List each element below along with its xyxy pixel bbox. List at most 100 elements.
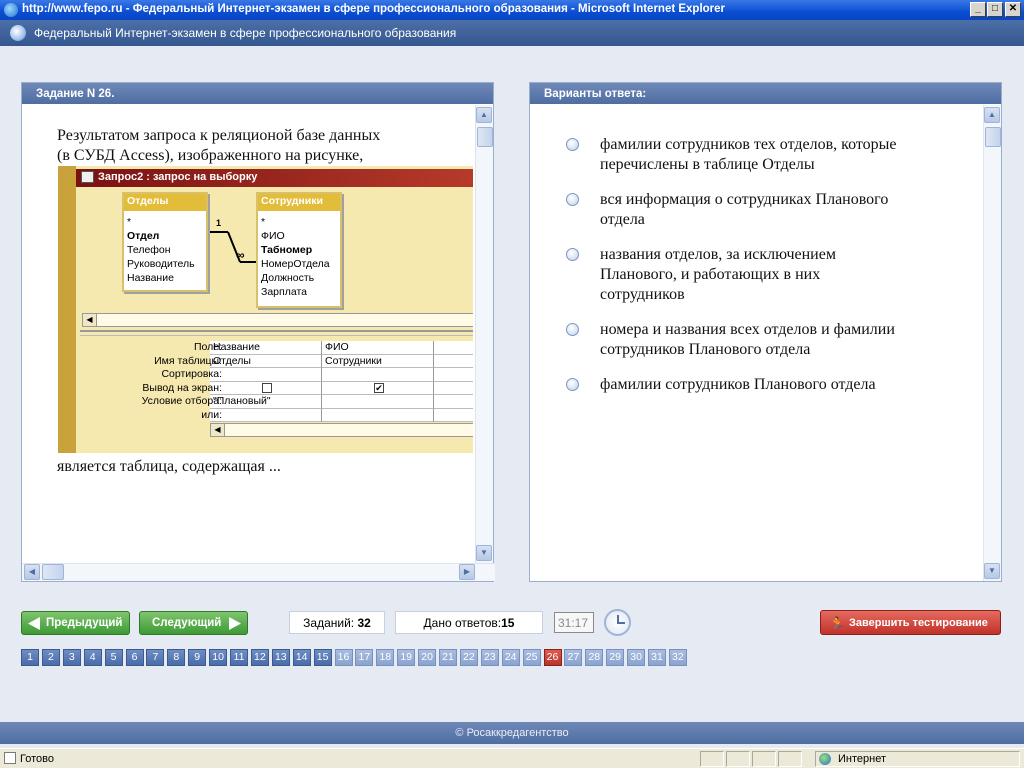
page-button[interactable]: 25 — [522, 649, 541, 666]
page-button[interactable]: 12 — [250, 649, 269, 666]
close-button[interactable]: ✕ — [1005, 2, 1021, 17]
answers-scroll-thumb[interactable] — [985, 127, 1001, 147]
answer-text-line1[interactable]: названия отделов, за исключением — [600, 245, 836, 265]
page-button[interactable]: 15 — [313, 649, 332, 666]
answer-radio[interactable] — [566, 193, 579, 206]
grid-sort-1[interactable] — [210, 368, 322, 382]
page-button[interactable]: 19 — [397, 649, 416, 666]
scroll-down-button[interactable]: ▼ — [476, 545, 492, 561]
page-button[interactable]: 6 — [125, 649, 144, 666]
page-button[interactable]: 32 — [668, 649, 687, 666]
answer-radio[interactable] — [566, 323, 579, 336]
answer-radio[interactable] — [566, 378, 579, 391]
answers-scroll-up-button[interactable]: ▲ — [984, 107, 1000, 123]
page-button[interactable]: 22 — [459, 649, 478, 666]
prev-button[interactable]: Предыдущий — [21, 611, 130, 635]
page-button[interactable]: 18 — [376, 649, 395, 666]
answers-vertical-scrollbar[interactable]: ▲ ▼ — [983, 105, 1001, 581]
page-button[interactable]: 20 — [418, 649, 437, 666]
grid-or-1[interactable] — [210, 408, 322, 422]
grid-scroll-left-arrow[interactable]: ◀ — [211, 424, 225, 436]
sotrudniki-field[interactable]: НомерОтдела — [258, 257, 340, 271]
answer-radio[interactable] — [566, 248, 579, 261]
next-button[interactable]: Следующий — [139, 611, 248, 635]
page-button[interactable]: 11 — [230, 649, 248, 666]
answer-text-line1[interactable]: фамилии сотрудников Планового отдела — [600, 375, 876, 395]
answer-text-line1[interactable]: фамилии сотрудников тех отделов, которые — [600, 135, 897, 155]
page-button[interactable]: 8 — [167, 649, 186, 666]
grid-show-1[interactable] — [210, 381, 322, 395]
page-button[interactable]: 29 — [606, 649, 625, 666]
page-button[interactable]: 5 — [104, 649, 123, 666]
otdely-field[interactable]: Телефон — [124, 243, 206, 257]
grid-or-2[interactable] — [322, 408, 434, 422]
page-button[interactable]: 17 — [355, 649, 374, 666]
grid-field-3[interactable] — [434, 341, 473, 355]
grid-criteria-1[interactable]: "Плановый" — [210, 395, 322, 409]
scroll-right-button[interactable]: ▶ — [459, 564, 475, 580]
minimize-button[interactable]: _ — [970, 2, 986, 17]
grid-table-3[interactable] — [434, 354, 473, 368]
page-button[interactable]: 14 — [292, 649, 311, 666]
grid-criteria-2[interactable] — [322, 395, 434, 409]
show-checkbox-1[interactable] — [262, 382, 272, 393]
grid-scrollbar[interactable]: ◀ — [210, 423, 473, 437]
sotrudniki-field[interactable]: Должность — [258, 271, 340, 285]
grid-or-3[interactable] — [434, 408, 473, 422]
page-button[interactable]: 28 — [585, 649, 604, 666]
page-button[interactable]: 7 — [146, 649, 165, 666]
grid-sort-2[interactable] — [322, 368, 434, 382]
scroll-h-thumb[interactable] — [42, 564, 64, 580]
show-checkbox-2[interactable]: ✔ — [374, 382, 384, 393]
page-button[interactable]: 27 — [564, 649, 583, 666]
page-button[interactable]: 16 — [334, 649, 353, 666]
answer-text-line1[interactable]: вся информация о сотрудниках Планового — [600, 190, 888, 210]
page-button[interactable]: 1 — [21, 649, 39, 666]
page-button[interactable]: 30 — [627, 649, 646, 666]
grid-field-2[interactable]: ФИО — [322, 341, 434, 355]
page-button[interactable]: 10 — [209, 649, 228, 666]
page-button[interactable]: 21 — [439, 649, 457, 666]
question-horizontal-scrollbar[interactable]: ◀ ▶ — [22, 563, 495, 581]
scroll-left-button[interactable]: ◀ — [24, 564, 40, 580]
otdely-field[interactable]: * — [124, 215, 206, 229]
page-button[interactable]: 13 — [271, 649, 290, 666]
page-button[interactable]: 4 — [83, 649, 102, 666]
scroll-thumb[interactable] — [477, 127, 493, 147]
sotrudniki-field[interactable]: Зарплата — [258, 285, 340, 299]
question-vertical-scrollbar[interactable]: ▲ ▼ — [475, 105, 493, 563]
page-button[interactable]: 24 — [501, 649, 520, 666]
page-button[interactable]: 26 — [543, 649, 562, 666]
sotrudniki-field[interactable]: Табномер — [258, 243, 340, 257]
answers-scroll-down-button[interactable]: ▼ — [984, 563, 1000, 579]
maximize-button[interactable]: □ — [987, 2, 1003, 17]
sotrudniki-field[interactable]: * — [258, 215, 340, 229]
page-button[interactable]: 3 — [62, 649, 81, 666]
answer-text-line1[interactable]: номера и названия всех отделов и фамилии — [600, 320, 895, 340]
page-button[interactable]: 31 — [648, 649, 666, 666]
scroll-left-arrow[interactable]: ◀ — [83, 314, 97, 326]
sotrudniki-field[interactable]: ФИО — [258, 229, 340, 243]
answer-radio[interactable] — [566, 138, 579, 151]
otdely-field[interactable]: Название — [124, 271, 206, 285]
otdely-field[interactable]: Отдел — [124, 229, 206, 243]
grid-criteria-3[interactable] — [434, 395, 473, 409]
answer-text-line2[interactable]: сотрудников Планового отдела — [600, 340, 810, 360]
grid-show-3[interactable] — [434, 381, 473, 395]
grid-sort-3[interactable] — [434, 368, 473, 382]
grid-show-2[interactable]: ✔ — [322, 381, 434, 395]
answer-text-line2[interactable]: перечислены в таблице Отделы — [600, 155, 815, 175]
grid-table-1[interactable]: Отделы — [210, 354, 322, 368]
scroll-up-button[interactable]: ▲ — [476, 107, 492, 123]
answer-text-line2[interactable]: Планового, и работающих в них — [600, 265, 820, 285]
page-button[interactable]: 23 — [480, 649, 499, 666]
otdely-field[interactable]: Руководитель — [124, 257, 206, 271]
finish-test-button[interactable]: 🏃 Завершить тестирование — [820, 610, 1001, 635]
answer-text-line2[interactable]: отдела — [600, 210, 645, 230]
page-button[interactable]: 9 — [188, 649, 207, 666]
designer-upper-scrollbar[interactable]: ◀ — [82, 313, 473, 327]
page-button[interactable]: 2 — [41, 649, 60, 666]
grid-table-2[interactable]: Сотрудники — [322, 354, 434, 368]
grid-field-1[interactable]: Название — [210, 341, 322, 355]
answer-text-line3[interactable]: сотрудников — [600, 285, 685, 305]
